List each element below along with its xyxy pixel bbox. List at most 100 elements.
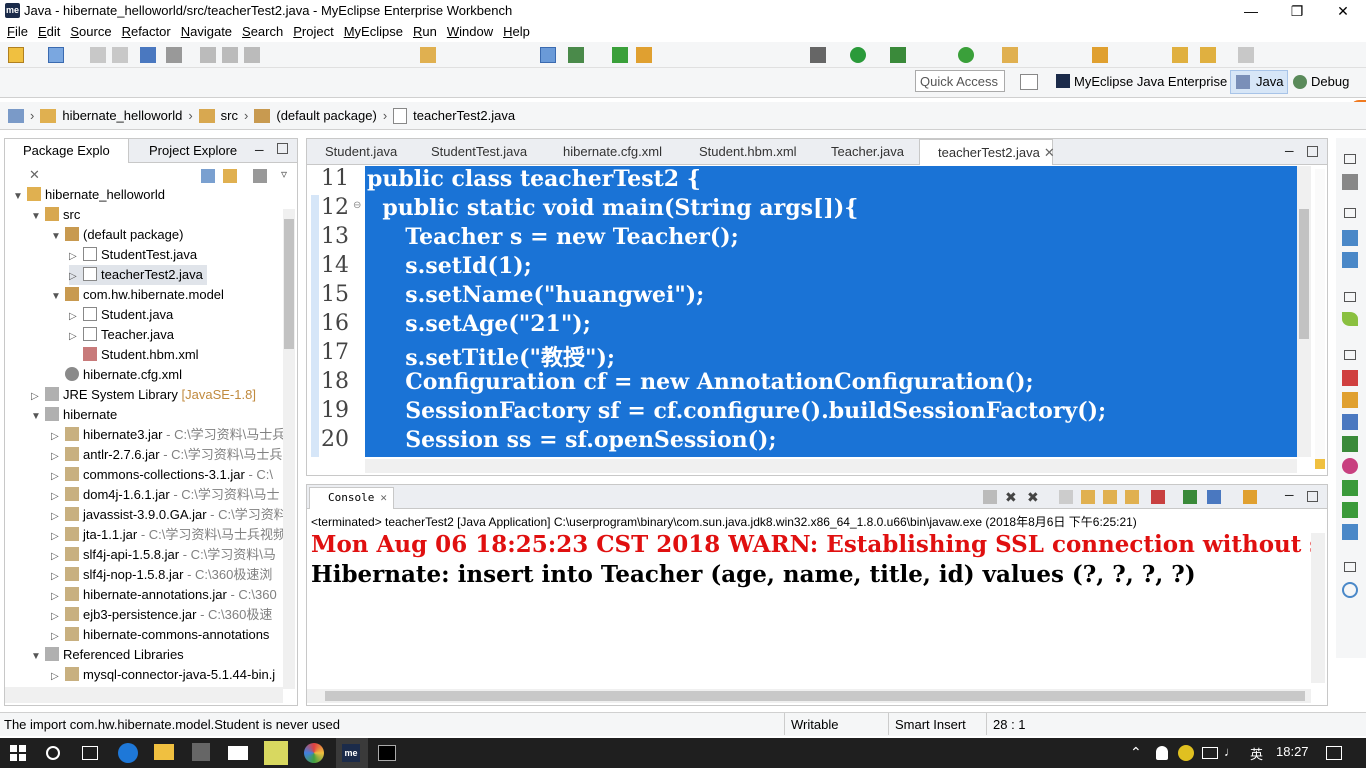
pin-console-icon[interactable] [1183, 490, 1197, 504]
tree-item-jre[interactable]: ▷ JRE System Library [JavaSE-1.8] [31, 385, 256, 405]
menu-help[interactable]: Help [498, 22, 535, 42]
javadoc-icon[interactable] [1342, 392, 1358, 408]
minimize-button[interactable]: — [1228, 0, 1274, 22]
breadcrumb-src[interactable]: src [221, 108, 238, 123]
tree-item-jar[interactable]: ▷ jta-1.1.jar - C:\学习资料\马士兵视频 [51, 525, 283, 545]
tree-item-project[interactable]: ▼ hibernate_helloworld [13, 185, 165, 205]
tree-item-hibernate-lib[interactable]: ▼ hibernate [31, 405, 117, 425]
chevron-down-icon[interactable]: ▼ [31, 407, 45, 427]
skip-breakpoints-icon[interactable] [166, 47, 182, 63]
tree-item-student-java[interactable]: ▷ Student.java [69, 305, 173, 325]
tree-item-jar[interactable]: ▷ commons-collections-3.1.jar - C:\ [51, 465, 273, 485]
security-icon[interactable] [1178, 745, 1194, 761]
tab-console[interactable]: Console ✕ [309, 487, 394, 509]
hierarchy-icon[interactable] [1342, 230, 1358, 246]
code-line[interactable]: s.setName("huangwei"); [367, 282, 704, 308]
chevron-right-icon[interactable]: ▷ [51, 427, 65, 447]
system-clock[interactable]: 18:27 [1276, 744, 1309, 759]
run-icon[interactable] [850, 47, 866, 63]
chevron-right-icon[interactable]: ▷ [51, 667, 65, 685]
coverage-icon[interactable] [890, 47, 906, 63]
chevron-right-icon[interactable]: ▷ [51, 567, 65, 587]
breadcrumb-file[interactable]: teacherTest2.java [413, 108, 515, 123]
start-icon[interactable] [10, 745, 26, 761]
view-menu-icon[interactable]: ▿ [281, 167, 287, 181]
restore-view-icon[interactable] [1344, 154, 1356, 164]
tree-item-teachertest2-selected[interactable]: ▷ teacherTest2.java [69, 265, 207, 285]
restore-view-icon[interactable] [1344, 350, 1356, 360]
chevron-right-icon[interactable]: ▷ [69, 247, 83, 267]
code-line[interactable]: public class teacherTest2 { [367, 166, 701, 192]
close-icon[interactable]: ✕ [1044, 145, 1055, 160]
chevron-right-icon[interactable]: ▷ [51, 467, 65, 487]
tab-student-java[interactable]: Student.java [307, 139, 411, 165]
outline-icon[interactable] [1342, 174, 1358, 190]
call-hierarchy-icon[interactable] [1342, 252, 1358, 268]
menu-window[interactable]: Window [442, 22, 498, 42]
menu-navigate[interactable]: Navigate [176, 22, 237, 42]
save-icon[interactable] [90, 47, 106, 63]
chevron-down-icon[interactable]: ▼ [31, 207, 45, 227]
task-view-icon[interactable] [82, 746, 98, 760]
tree-item-studenttest[interactable]: ▷ StudentTest.java [69, 245, 197, 265]
chevron-right-icon[interactable]: ▷ [31, 387, 45, 407]
code-line[interactable]: Configuration cf = new AnnotationConfigu… [367, 369, 1033, 395]
chevron-right-icon[interactable]: ▷ [51, 587, 65, 607]
restore-view-icon[interactable] [1344, 292, 1356, 302]
refresh-icon[interactable] [958, 47, 974, 63]
maximize-view-icon[interactable] [277, 143, 288, 154]
restore-button[interactable]: ❐ [1274, 0, 1320, 22]
breadcrumb-project[interactable]: hibernate_helloworld [62, 108, 182, 123]
chevron-right-icon[interactable]: ▷ [51, 607, 65, 627]
tab-studenttest-java[interactable]: StudentTest.java [413, 139, 527, 165]
tab-package-explorer[interactable]: Package Explo ✕ [5, 139, 129, 182]
menu-run[interactable]: Run [408, 22, 442, 42]
declaration-icon[interactable] [1342, 414, 1358, 430]
menu-file[interactable]: File [2, 22, 33, 42]
chevron-right-icon[interactable]: ▷ [69, 327, 83, 347]
mail-icon[interactable] [228, 746, 248, 760]
tree-item-jar[interactable]: ▷ javassist-3.9.0.GA.jar - C:\学习资料 [51, 505, 283, 525]
code-line[interactable]: public static void main(String args[]){ [367, 195, 858, 221]
editor-hscrollbar[interactable] [365, 459, 1297, 473]
chevron-right-icon[interactable]: ▷ [69, 267, 83, 287]
code-line[interactable]: s.setTitle("教授"); [367, 340, 615, 372]
remove-all-icon[interactable]: ✖ [1027, 489, 1039, 506]
tree-item-jar[interactable]: ▷ ejb3-persistence.jar - C:\360极速 [51, 605, 272, 625]
save-all-icon[interactable] [112, 47, 128, 63]
perspective-myeclipse[interactable]: MyEclipse Java Enterprise [1074, 74, 1227, 89]
debug-icon[interactable] [810, 47, 826, 63]
minimize-view-icon[interactable]: ─ [1285, 144, 1294, 158]
editor-scroll-thumb[interactable] [1299, 209, 1309, 339]
tab-hibernate-cfg[interactable]: hibernate.cfg.xml [545, 139, 669, 165]
chevron-right-icon[interactable]: ▷ [51, 447, 65, 467]
tab-teacher-java[interactable]: Teacher.java [813, 139, 913, 165]
chevron-down-icon[interactable]: ▼ [51, 227, 65, 247]
package-explorer-hscrollbar[interactable] [5, 687, 283, 703]
maximize-view-icon[interactable] [1307, 491, 1318, 502]
tree-item-jar[interactable]: ▷ dom4j-1.6.1.jar - C:\学习资料\马士 [51, 485, 280, 505]
package-explorer-scroll-thumb[interactable] [284, 219, 294, 349]
code-line[interactable]: Session ss = sf.openSession(); [367, 427, 776, 453]
next-icon[interactable] [1238, 47, 1254, 63]
tree-item-student-hbm[interactable]: Student.hbm.xml [83, 345, 199, 365]
bookmark-icon[interactable] [612, 47, 628, 63]
minimize-view-icon[interactable]: ─ [1285, 488, 1294, 502]
minimize-view-icon[interactable]: ─ [255, 143, 264, 157]
code-line[interactable]: s.setAge("21"); [367, 311, 591, 337]
chrome-icon[interactable] [304, 743, 324, 763]
terminate-icon[interactable] [244, 47, 260, 63]
code-line[interactable]: SessionFactory sf = cf.configure().build… [367, 398, 1106, 424]
highlight-icon[interactable] [636, 47, 652, 63]
show-on-output-icon[interactable] [1125, 490, 1139, 504]
chevron-up-icon[interactable]: ⌃ [1130, 744, 1142, 761]
restore-view-icon[interactable] [1344, 562, 1356, 572]
close-icon[interactable]: ✕ [29, 167, 40, 182]
filter-icon[interactable] [253, 169, 267, 183]
grid-icon[interactable] [568, 47, 584, 63]
tab-student-hbm[interactable]: Student.hbm.xml [681, 139, 799, 165]
tree-item-jar[interactable]: ▷ slf4j-api-1.5.8.jar - C:\学习资料\马 [51, 545, 276, 565]
fold-icon[interactable]: ⊖ [353, 200, 361, 211]
notification-bell-icon[interactable] [1156, 746, 1168, 760]
tree-item-default-package[interactable]: ▼ (default package) [51, 225, 183, 245]
